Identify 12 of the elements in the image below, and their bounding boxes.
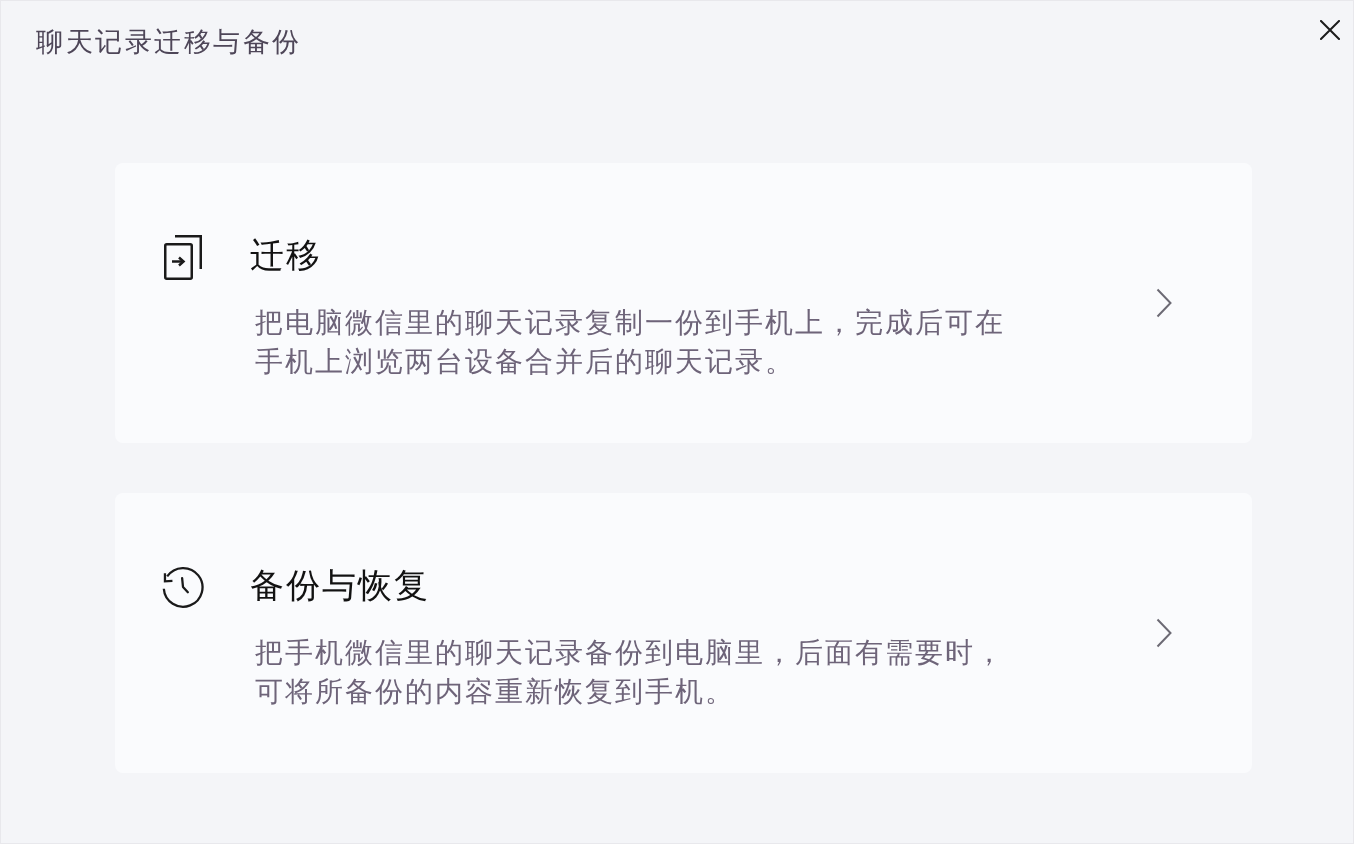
close-icon bbox=[1320, 20, 1340, 40]
window-title: 聊天记录迁移与备份 bbox=[36, 25, 302, 59]
option-description: 把电脑微信里的聊天记录复制一份到手机上，完成后可在手机上浏览两台设备合并后的聊天记录。 bbox=[255, 305, 1006, 380]
option-title: 备份与恢复 bbox=[250, 564, 431, 607]
chevron-right-icon bbox=[1156, 288, 1172, 318]
close-button[interactable] bbox=[1320, 20, 1340, 40]
chevron-right-icon bbox=[1156, 618, 1172, 648]
option-title: 迁移 bbox=[250, 234, 323, 277]
option-card[interactable]: 迁移 把电脑微信里的聊天记录复制一份到手机上，完成后可在手机上浏览两台设备合并后的聊天记录。 bbox=[115, 163, 1252, 443]
option-description: 把手机微信里的聊天记录备份到电脑里，后面有需要时，可将所备份的内容重新恢复到手机。 bbox=[255, 635, 1006, 710]
option-card[interactable]: 备份与恢复 把手机微信里的聊天记录备份到电脑里，后面有需要时，可将所备份的内容重新恢复到手机。 bbox=[115, 493, 1252, 773]
stacked-squares-arrow-icon bbox=[164, 235, 202, 280]
